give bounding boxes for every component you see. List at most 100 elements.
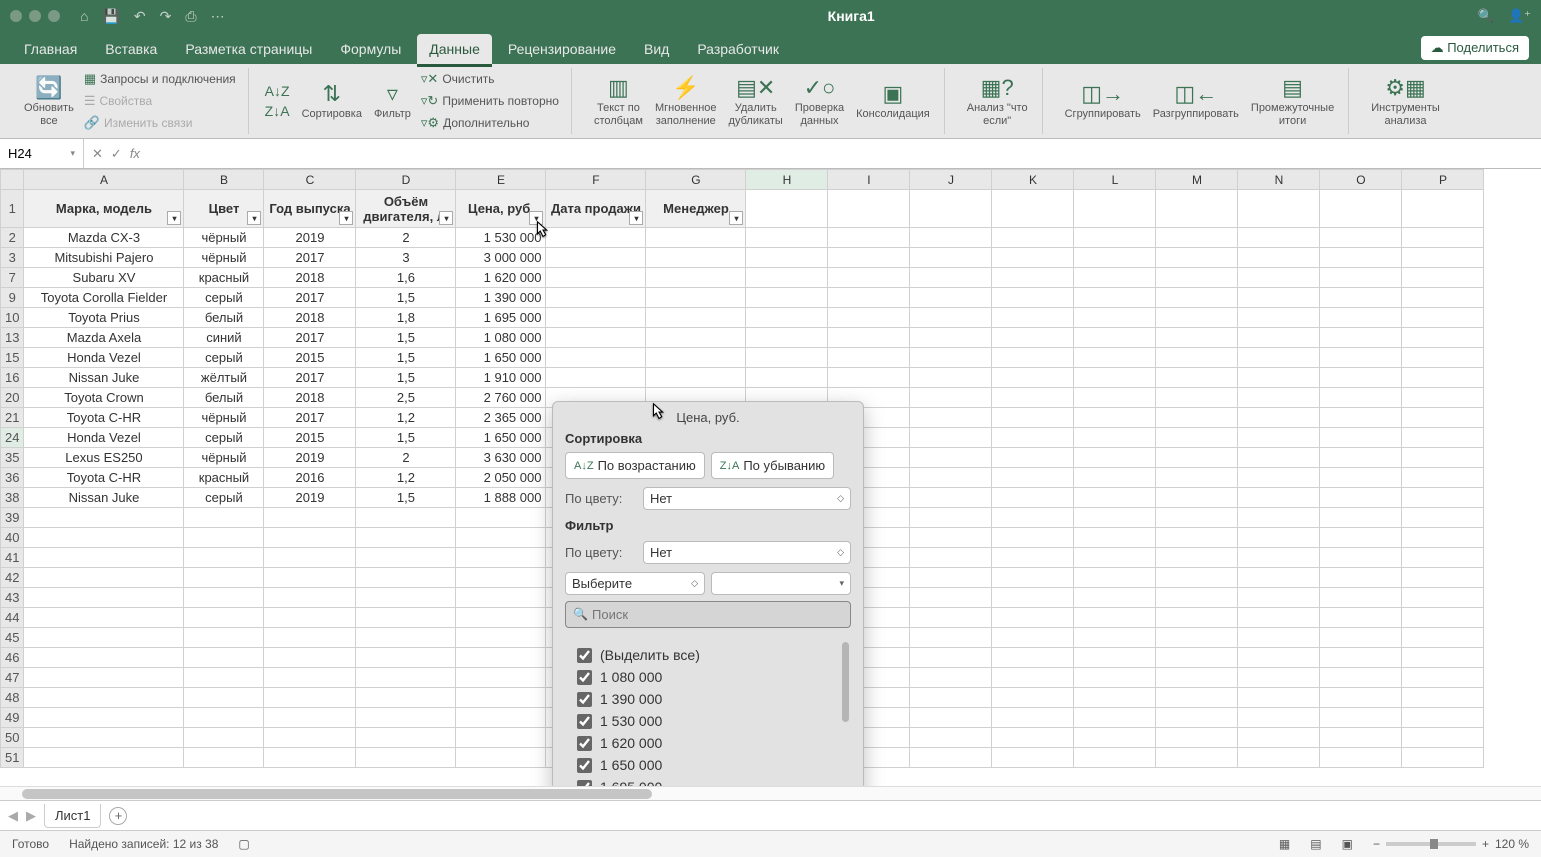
cell[interactable]: Lexus ES250	[24, 448, 184, 468]
filter-arrow-icon[interactable]: ▾	[167, 211, 181, 225]
cell[interactable]	[264, 528, 356, 548]
cell[interactable]	[1238, 668, 1320, 688]
cell[interactable]	[1156, 428, 1238, 448]
cell[interactable]	[1074, 268, 1156, 288]
home-icon[interactable]: ⌂	[80, 8, 88, 24]
cell[interactable]	[910, 708, 992, 728]
cell[interactable]	[184, 688, 264, 708]
consolidate-button[interactable]: ▣Консолидация	[850, 79, 936, 123]
cell[interactable]	[992, 288, 1074, 308]
cell[interactable]	[264, 728, 356, 748]
cell[interactable]	[992, 668, 1074, 688]
filter-value-item[interactable]: 1 620 000	[569, 732, 847, 754]
row-head[interactable]: 7	[1, 268, 24, 288]
cell[interactable]	[992, 268, 1074, 288]
cell[interactable]	[1402, 190, 1484, 228]
cell[interactable]	[910, 248, 992, 268]
cell[interactable]	[456, 748, 546, 768]
cell[interactable]	[828, 268, 910, 288]
cell[interactable]	[1320, 708, 1402, 728]
table-header[interactable]: Год выпуска▾	[264, 190, 356, 228]
row-head[interactable]: 1	[1, 190, 24, 228]
cell[interactable]	[1156, 508, 1238, 528]
cell[interactable]	[356, 588, 456, 608]
cell[interactable]	[1402, 588, 1484, 608]
cell[interactable]	[24, 728, 184, 748]
cell[interactable]: 1 390 000	[456, 288, 546, 308]
cell[interactable]	[1238, 448, 1320, 468]
cell[interactable]	[1320, 628, 1402, 648]
table-header[interactable]: Цена, руб.▾	[456, 190, 546, 228]
cell[interactable]	[24, 508, 184, 528]
advanced-button[interactable]: ▿⚙Дополнительно	[417, 113, 563, 133]
cell[interactable]	[746, 348, 828, 368]
cell[interactable]	[546, 308, 646, 328]
cell[interactable]	[456, 728, 546, 748]
cell[interactable]: 1,5	[356, 488, 456, 508]
cell[interactable]	[1238, 368, 1320, 388]
cell[interactable]	[1074, 528, 1156, 548]
cell[interactable]	[1402, 228, 1484, 248]
cell[interactable]	[1156, 288, 1238, 308]
filter-value-select[interactable]: ▾	[711, 572, 851, 595]
cell[interactable]: жёлтый	[184, 368, 264, 388]
filter-checkbox[interactable]	[577, 670, 592, 685]
cell[interactable]	[1320, 248, 1402, 268]
cell[interactable]	[828, 288, 910, 308]
row-head[interactable]: 40	[1, 528, 24, 548]
cell[interactable]	[546, 328, 646, 348]
row-head[interactable]: 47	[1, 668, 24, 688]
cell[interactable]	[1402, 628, 1484, 648]
row-head[interactable]: 42	[1, 568, 24, 588]
cell[interactable]	[992, 728, 1074, 748]
cell[interactable]	[24, 648, 184, 668]
cell[interactable]	[184, 708, 264, 728]
cell[interactable]	[1156, 348, 1238, 368]
zoom-in-icon[interactable]: +	[1482, 837, 1489, 851]
filter-arrow-icon[interactable]: ▾	[629, 211, 643, 225]
cell[interactable]	[1074, 688, 1156, 708]
cell[interactable]	[456, 528, 546, 548]
filter-checkbox[interactable]	[577, 648, 592, 663]
cell[interactable]	[1402, 428, 1484, 448]
col-O[interactable]: O	[1320, 170, 1402, 190]
cell[interactable]	[1156, 588, 1238, 608]
window-controls[interactable]	[10, 10, 60, 22]
cell[interactable]	[1238, 608, 1320, 628]
cell[interactable]	[992, 608, 1074, 628]
cell[interactable]	[184, 628, 264, 648]
cell[interactable]	[184, 528, 264, 548]
cell[interactable]	[910, 448, 992, 468]
sheet-tab-1[interactable]: Лист1	[44, 804, 101, 828]
cell[interactable]: 2016	[264, 468, 356, 488]
cell[interactable]	[184, 748, 264, 768]
cell[interactable]	[1074, 408, 1156, 428]
cell[interactable]	[828, 368, 910, 388]
cell[interactable]	[992, 348, 1074, 368]
cell[interactable]: 2017	[264, 368, 356, 388]
maximize-icon[interactable]	[48, 10, 60, 22]
sort-color-select[interactable]: Нет◇	[643, 487, 851, 510]
cell[interactable]: 1 650 000	[456, 348, 546, 368]
cell[interactable]	[1320, 548, 1402, 568]
col-E[interactable]: E	[456, 170, 546, 190]
cell[interactable]	[1074, 728, 1156, 748]
cell[interactable]	[646, 228, 746, 248]
cell[interactable]	[24, 688, 184, 708]
cell[interactable]	[746, 268, 828, 288]
col-L[interactable]: L	[1074, 170, 1156, 190]
cell[interactable]	[456, 708, 546, 728]
cell[interactable]	[910, 488, 992, 508]
zoom-out-icon[interactable]: −	[1373, 837, 1380, 851]
cell[interactable]	[1238, 408, 1320, 428]
cell[interactable]: 2018	[264, 268, 356, 288]
cell[interactable]: 2018	[264, 308, 356, 328]
cell[interactable]	[910, 628, 992, 648]
cell[interactable]	[546, 368, 646, 388]
cell[interactable]: Toyota C-HR	[24, 468, 184, 488]
cell[interactable]: 2,5	[356, 388, 456, 408]
row-head[interactable]: 39	[1, 508, 24, 528]
col-N[interactable]: N	[1238, 170, 1320, 190]
row-head[interactable]: 46	[1, 648, 24, 668]
filter-search-input[interactable]	[565, 601, 851, 628]
